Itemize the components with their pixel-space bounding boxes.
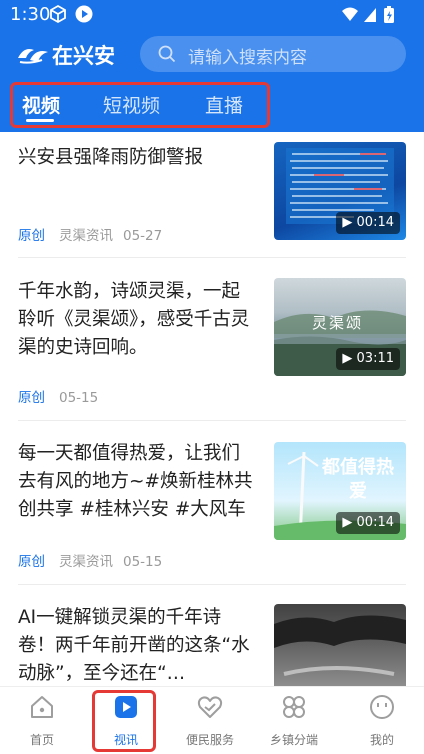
item-tag: 原创 xyxy=(18,390,45,406)
cube-icon xyxy=(50,4,66,24)
play-icon: ▶ xyxy=(342,215,357,230)
item-meta: 原创 灵渠资讯 05-27 xyxy=(18,224,162,244)
item-meta: 原创 05-15 xyxy=(18,386,98,406)
duration-text: 00:14 xyxy=(356,215,394,230)
item-title: 兴安县强降雨防御警报 xyxy=(18,147,204,168)
status-bar: 1:30 xyxy=(0,0,424,30)
home-icon xyxy=(31,696,53,718)
thumbnail-caption: 灵渠颂 xyxy=(312,314,364,332)
nav-services[interactable]: 便民服务 xyxy=(168,687,252,754)
tab-live[interactable]: 直播 xyxy=(205,91,243,118)
item-source: 灵渠资讯 xyxy=(59,228,113,244)
heart-hands-icon xyxy=(197,696,223,718)
tab-active-indicator xyxy=(26,119,54,122)
status-time: 1:30 xyxy=(10,4,51,25)
app-header: 1:30 在兴安 请输入搜索内容 视频 短视频 直播 xyxy=(0,0,424,132)
video-duration: ▶ 00:14 xyxy=(336,512,400,534)
nav-label: 乡镇分端 xyxy=(269,733,318,747)
search-input[interactable]: 请输入搜索内容 xyxy=(140,36,406,72)
signal-battery-icons xyxy=(342,6,394,23)
nav-label: 我的 xyxy=(369,733,394,747)
duration-text: 03:11 xyxy=(356,351,394,366)
item-source: 灵渠资讯 xyxy=(59,554,113,570)
app-name: 在兴安 xyxy=(52,44,115,68)
nav-towns[interactable]: 乡镇分端 xyxy=(252,687,336,754)
video-thumbnail[interactable] xyxy=(274,604,406,686)
nav-mine[interactable]: 我的 xyxy=(340,687,424,754)
item-date: 05-27 xyxy=(123,228,163,244)
search-icon xyxy=(158,45,176,63)
app-logo-icon xyxy=(18,49,48,64)
nav-home[interactable]: 首页 xyxy=(0,687,84,754)
play-icon: ▶ xyxy=(342,515,357,530)
smile-icon xyxy=(370,695,394,719)
item-title: 千年水韵，诗颂灵渠，一起聆听《灵渠颂》，感受千古灵渠的史诗回响。 xyxy=(18,281,250,358)
item-title: 每一天都值得热爱，让我们去有风的地方~#焕新桂林共创共享 #桂林兴安 #大风车 xyxy=(18,443,253,520)
nav-label: 首页 xyxy=(29,733,54,747)
video-thumbnail[interactable]: ▶ 00:14 xyxy=(274,142,406,240)
item-tag: 原创 xyxy=(18,228,45,244)
tab-short-video[interactable]: 短视频 xyxy=(103,91,160,118)
divider xyxy=(18,257,406,258)
play-circle-icon xyxy=(75,5,93,23)
duration-text: 00:14 xyxy=(356,515,394,530)
item-date: 05-15 xyxy=(123,554,163,570)
bottom-nav: 首页 视讯 便民服务 乡镇分端 我的 xyxy=(0,686,424,754)
thumbnail-image xyxy=(274,615,406,676)
nav-highlight-box xyxy=(92,690,156,752)
play-icon: ▶ xyxy=(342,351,357,366)
nav-label: 便民服务 xyxy=(185,733,234,747)
video-duration: ▶ 00:14 xyxy=(336,212,400,234)
video-list: 兴安县强降雨防御警报 原创 灵渠资讯 05-27 ▶ 00:14 千年水韵，诗颂… xyxy=(0,132,424,686)
clover-icon xyxy=(283,696,305,718)
video-duration: ▶ 03:11 xyxy=(336,348,400,370)
thumbnail-caption: 都值得热爱 xyxy=(322,457,394,502)
item-date: 05-15 xyxy=(59,390,99,406)
search-placeholder: 请输入搜索内容 xyxy=(188,48,307,68)
video-thumbnail[interactable]: 都值得热爱 ▶ 00:14 xyxy=(274,442,406,540)
video-thumbnail[interactable]: 灵渠颂 ▶ 03:11 xyxy=(274,278,406,376)
item-title: AI一键解锁灵渠的千年诗卷！两千年前开凿的这条“水动脉”，至今还在“… xyxy=(18,607,250,684)
divider xyxy=(18,420,406,421)
divider xyxy=(18,584,406,585)
item-meta: 原创 灵渠资讯 05-15 xyxy=(18,550,162,570)
tab-video[interactable]: 视频 xyxy=(22,91,60,118)
item-tag: 原创 xyxy=(18,554,45,570)
